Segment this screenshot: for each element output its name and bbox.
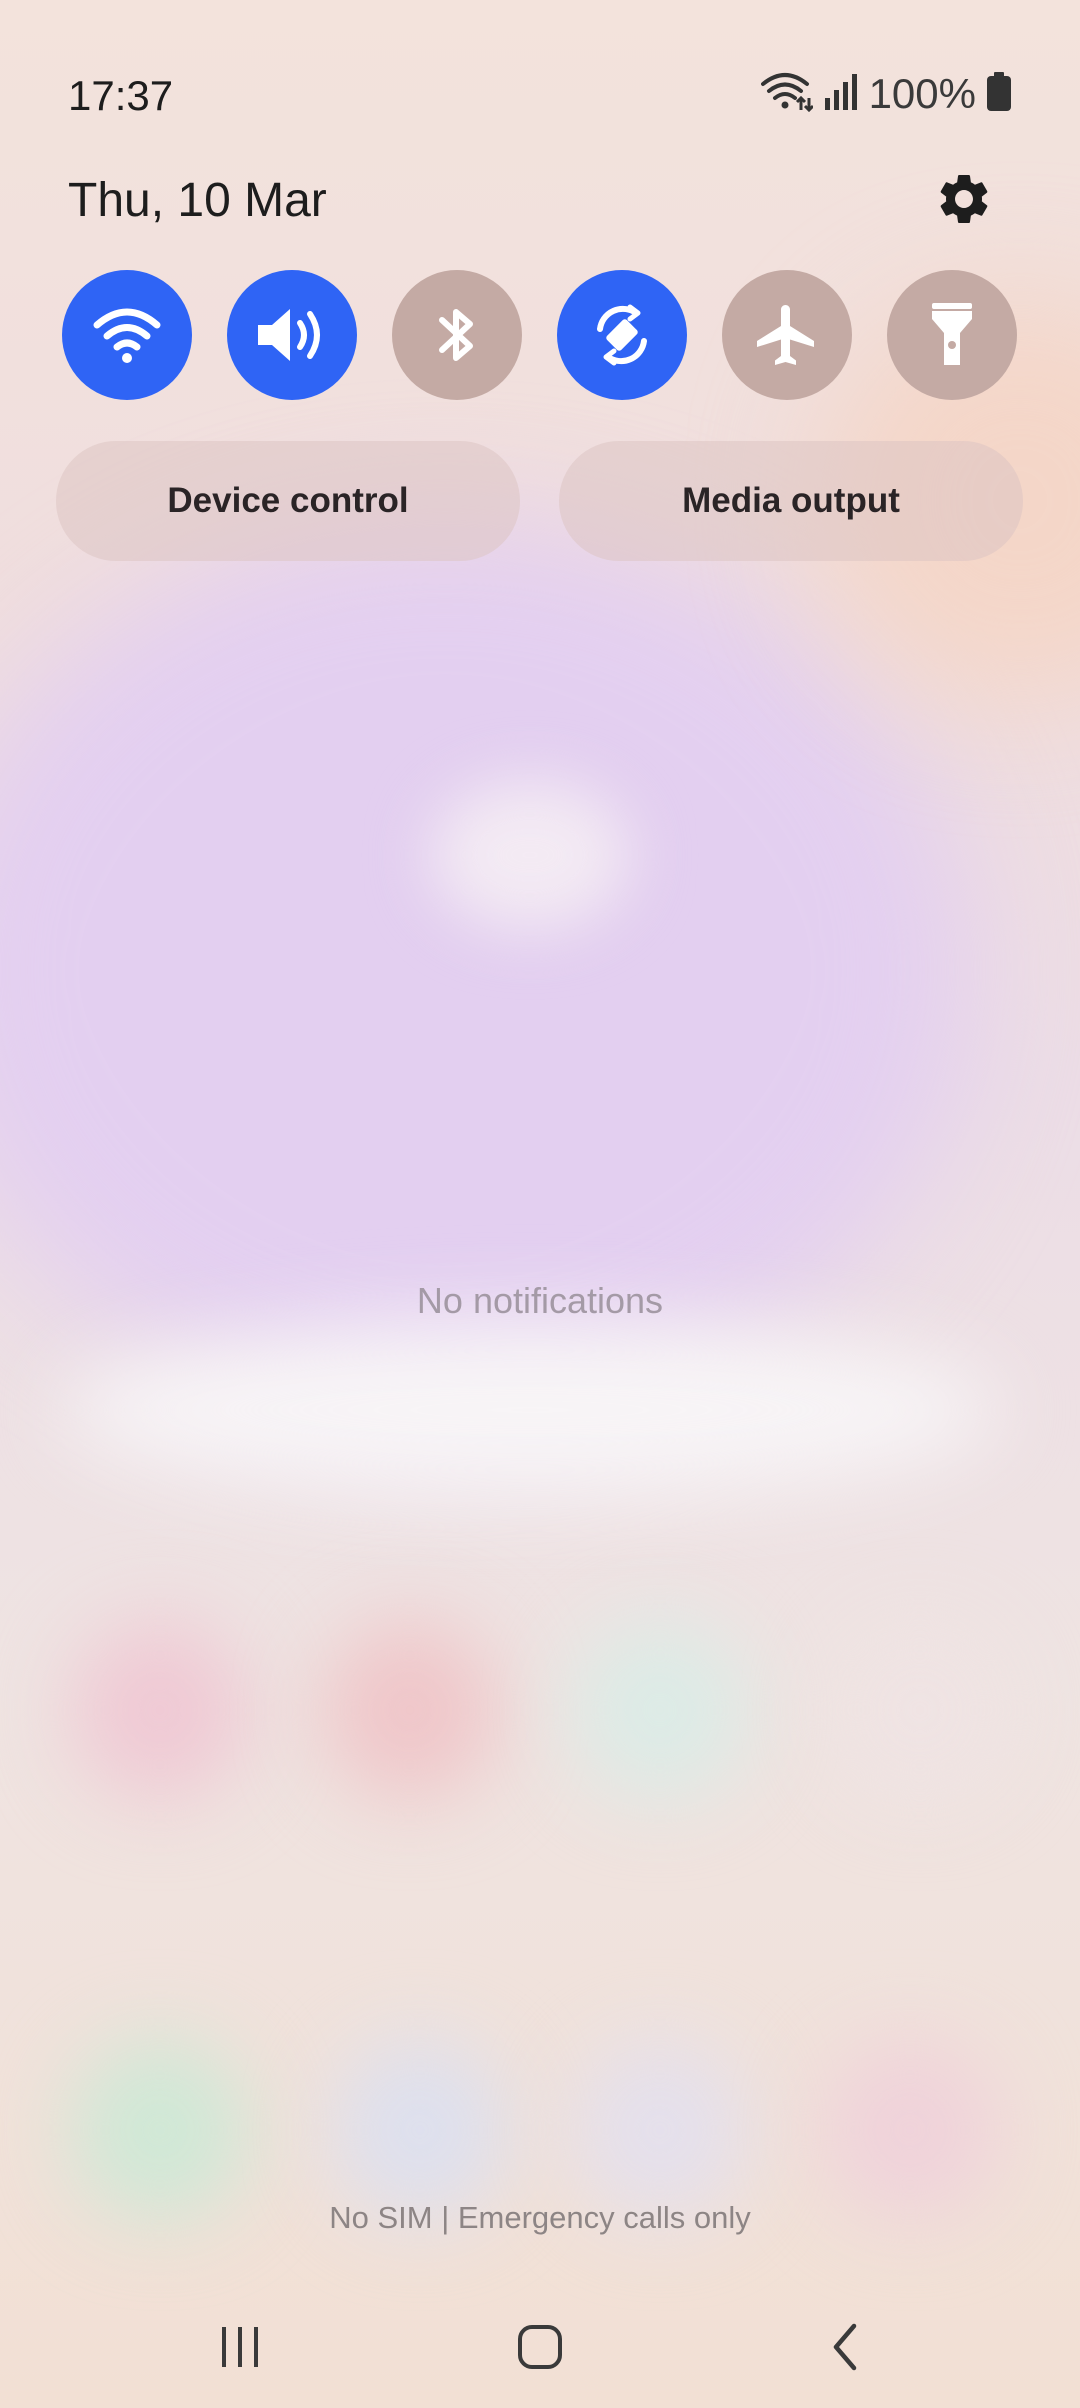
airplane-icon bbox=[757, 305, 814, 365]
cell-signal-icon bbox=[823, 72, 859, 117]
device-control-button[interactable]: Device control bbox=[56, 441, 520, 561]
recent-apps-button[interactable] bbox=[200, 2312, 280, 2382]
home-icon bbox=[518, 2325, 562, 2369]
volume-icon bbox=[258, 309, 320, 361]
quick-tile-auto-rotate[interactable] bbox=[557, 270, 687, 400]
quick-tile-bluetooth[interactable] bbox=[392, 270, 522, 400]
battery-percent: 100% bbox=[868, 70, 976, 117]
battery-full-icon bbox=[986, 71, 1012, 117]
date-label: Thu, 10 Mar bbox=[68, 174, 327, 227]
wifi-icon bbox=[93, 308, 161, 363]
carrier-status-text: No SIM | Emergency calls only bbox=[329, 2200, 751, 2235]
auto-rotate-icon bbox=[597, 304, 647, 366]
quick-tile-airplane[interactable] bbox=[722, 270, 852, 400]
date-row: Thu, 10 Mar bbox=[68, 165, 1012, 235]
status-icons: 100% bbox=[760, 70, 1012, 118]
quick-tile-flashlight[interactable] bbox=[887, 270, 1017, 400]
quick-tile-wifi[interactable] bbox=[62, 270, 192, 400]
flashlight-icon bbox=[932, 303, 972, 365]
status-bar: 17:37 100% bbox=[68, 60, 1012, 130]
back-icon bbox=[833, 2323, 857, 2371]
bluetooth-icon bbox=[439, 309, 473, 361]
clock-time: 17:37 bbox=[68, 72, 174, 119]
home-button[interactable] bbox=[500, 2312, 580, 2382]
quick-tile-sound[interactable] bbox=[227, 270, 357, 400]
media-output-button[interactable]: Media output bbox=[559, 441, 1023, 561]
gear-icon bbox=[940, 175, 988, 223]
wifi-upload-icon bbox=[760, 72, 814, 117]
recent-apps-icon bbox=[222, 2327, 258, 2367]
back-button[interactable] bbox=[806, 2312, 886, 2382]
no-notifications-text: No notifications bbox=[416, 1280, 664, 1321]
settings-button[interactable] bbox=[934, 169, 994, 229]
quick-settings-row bbox=[62, 270, 1017, 400]
navigation-bar bbox=[0, 2300, 1080, 2390]
